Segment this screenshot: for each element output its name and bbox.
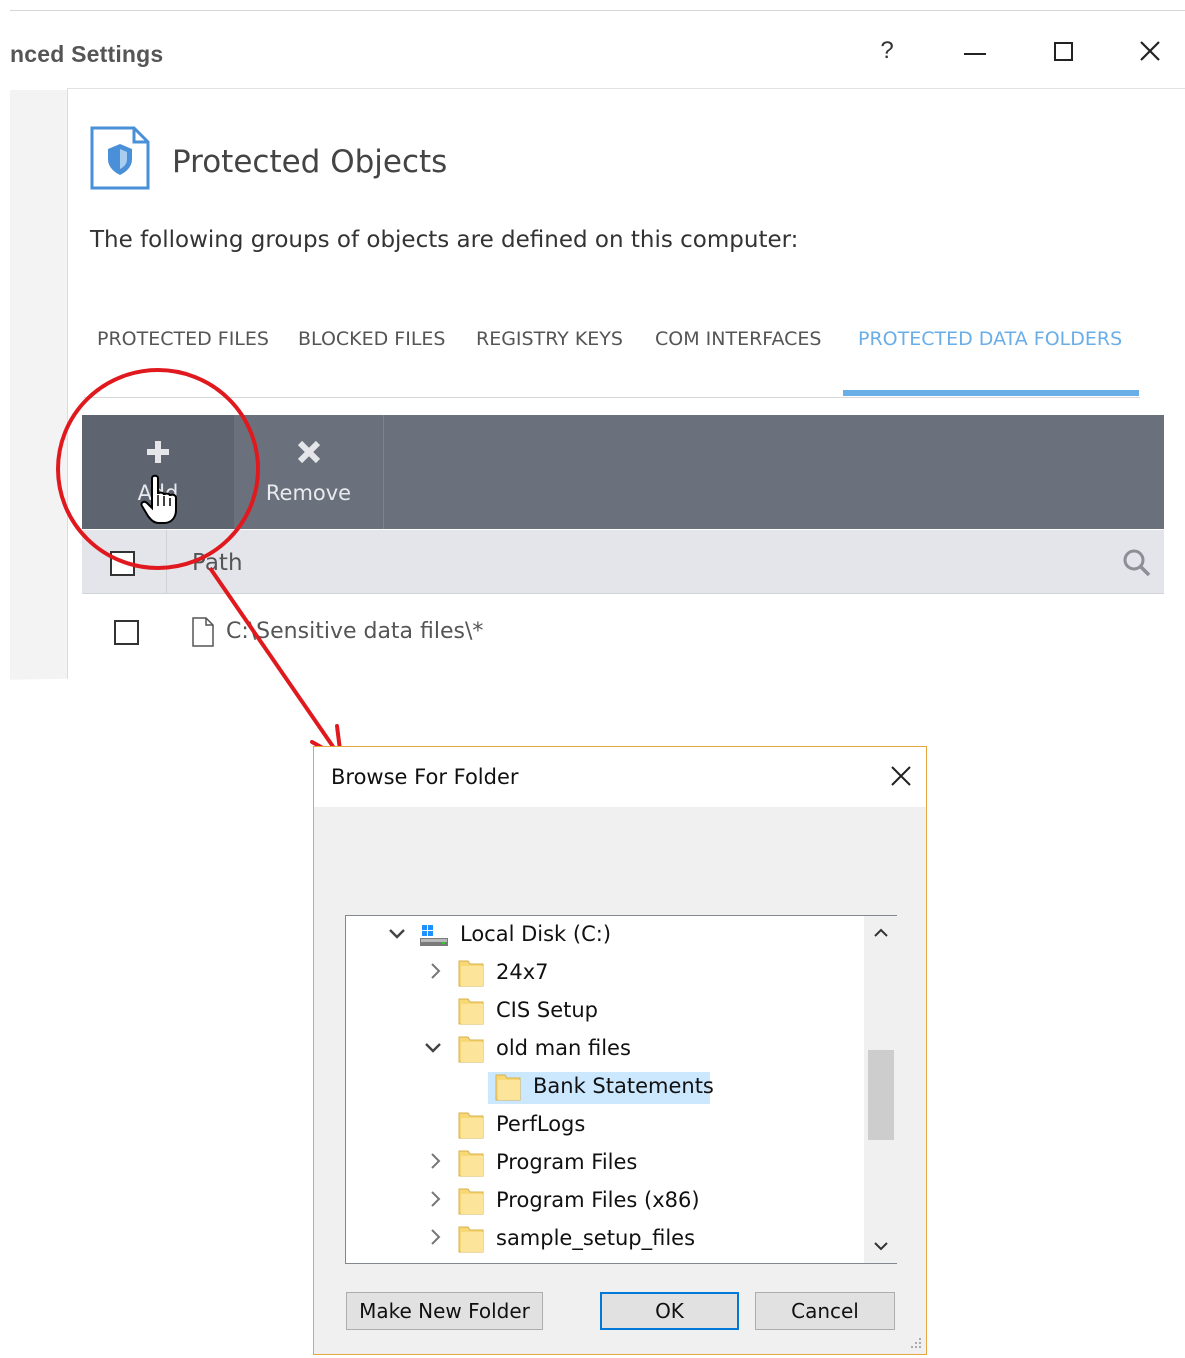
tree-item-bank-statements[interactable]: Bank Statements [346, 1068, 864, 1106]
window-surface: nced Settings ? Protected Objects The fo… [0, 0, 1185, 680]
folder-icon [458, 1036, 484, 1063]
section-description: The following groups of objects are defi… [90, 227, 799, 253]
help-button[interactable]: ? [867, 31, 907, 71]
chevron-up-icon [873, 928, 888, 937]
tab-protected-files[interactable]: PROTECTED FILES [97, 328, 269, 350]
tab-blocked-files[interactable]: BLOCKED FILES [298, 328, 445, 350]
select-all-checkbox[interactable] [110, 551, 135, 576]
folder-icon [458, 998, 484, 1025]
tree-item-program-files[interactable]: Program Files [346, 1144, 864, 1182]
cancel-button[interactable]: Cancel [755, 1292, 895, 1330]
tree-item-cis-setup[interactable]: CIS Setup [346, 992, 864, 1030]
tree-item-label: Local Disk (C:) [460, 922, 612, 946]
chevron-right-icon[interactable] [424, 1226, 446, 1248]
maximize-button[interactable] [1043, 31, 1083, 71]
hand-cursor-icon [140, 474, 177, 524]
window-title: nced Settings [10, 41, 164, 67]
minimize-button[interactable] [955, 31, 995, 71]
chevron-down-icon[interactable] [422, 1036, 444, 1058]
chevron-right-icon[interactable] [424, 960, 446, 982]
folder-icon [458, 1150, 484, 1177]
tree-item-local-disk[interactable]: Local Disk (C:) [346, 916, 864, 954]
close-button[interactable] [1130, 31, 1170, 71]
chevron-right-icon[interactable] [424, 1188, 446, 1210]
folder-icon [458, 1226, 484, 1253]
tree-item-label: Program Files [496, 1150, 638, 1174]
settings-sidebar-edge [10, 90, 67, 680]
folder-icon [458, 1188, 484, 1215]
tree-item-label: 24x7 [496, 960, 549, 984]
title-bar: nced Settings ? [10, 10, 1185, 90]
minimize-icon [964, 53, 986, 55]
search-icon[interactable] [1122, 548, 1152, 578]
path-column-header[interactable]: Path [192, 550, 243, 576]
close-icon [891, 766, 911, 786]
folder-icon [495, 1074, 521, 1101]
scroll-down-button[interactable] [864, 1229, 897, 1263]
header-divider [166, 530, 167, 594]
grid-header: Path [82, 530, 1164, 594]
tab-protected-data-folders[interactable]: PROTECTED DATA FOLDERS [858, 328, 1122, 350]
object-tabs: PROTECTED FILES BLOCKED FILES REGISTRY K… [84, 318, 1140, 398]
tab-com-interfaces[interactable]: COM INTERFACES [655, 328, 821, 350]
tree-item-label: CIS Setup [496, 998, 598, 1022]
tree-scrollbar[interactable] [864, 916, 897, 1263]
tree-item-24x7[interactable]: 24x7 [346, 954, 864, 992]
remove-label: Remove [265, 481, 352, 505]
tree-item-old-man-files[interactable]: old man files [346, 1030, 864, 1068]
tree-item-program-files-x86[interactable]: Program Files (x86) [346, 1182, 864, 1220]
plus-icon [145, 439, 171, 473]
tree-item-label: Program Files (x86) [496, 1188, 700, 1212]
scroll-up-button[interactable] [864, 916, 897, 950]
folder-tree[interactable]: Local Disk (C:) 24x7 CIS Setup old man f… [345, 915, 897, 1264]
tree-item-label: Bank Statements [533, 1074, 714, 1098]
tree-item-label: old man files [496, 1036, 631, 1060]
tree-item-sample-setup-files[interactable]: sample_setup_files [346, 1220, 864, 1258]
toolbar: Add Remove [82, 415, 1164, 529]
tree-items: Local Disk (C:) 24x7 CIS Setup old man f… [346, 916, 864, 1263]
section-title: Protected Objects [172, 144, 448, 180]
chevron-down-icon [873, 1242, 888, 1251]
shield-document-icon [90, 126, 150, 190]
resize-grip-icon[interactable] [906, 1335, 924, 1353]
close-icon [1140, 41, 1160, 61]
tab-registry-keys[interactable]: REGISTRY KEYS [476, 328, 623, 350]
active-tab-indicator [843, 390, 1139, 396]
ok-button[interactable]: OK [600, 1292, 739, 1330]
tree-item-label: PerfLogs [496, 1112, 586, 1136]
chevron-down-icon[interactable] [386, 922, 408, 944]
file-icon [192, 617, 214, 647]
row-path: C:\Sensitive data files\* [226, 619, 484, 644]
folder-icon [458, 960, 484, 987]
folder-icon [458, 1112, 484, 1139]
dialog-title: Browse For Folder [331, 765, 519, 789]
tree-item-label: sample_setup_files [496, 1226, 696, 1250]
maximize-icon [1053, 41, 1073, 61]
dialog-close-button[interactable] [884, 759, 918, 793]
row-checkbox[interactable] [114, 620, 139, 645]
chevron-right-icon[interactable] [424, 1150, 446, 1172]
remove-button[interactable]: Remove [234, 415, 384, 529]
scroll-thumb[interactable] [868, 1050, 894, 1140]
x-icon [296, 439, 322, 473]
table-row[interactable]: C:\Sensitive data files\* [82, 595, 1164, 675]
tree-item-perflogs[interactable]: PerfLogs [346, 1106, 864, 1144]
drive-icon [420, 925, 448, 946]
dialog-title-bar: Browse For Folder [314, 747, 926, 807]
browse-for-folder-dialog: Browse For Folder Local Disk (C:) 24x7 C… [313, 746, 927, 1355]
advanced-settings-window: nced Settings ? Protected Objects The fo… [0, 0, 1185, 680]
make-new-folder-button[interactable]: Make New Folder [346, 1292, 543, 1330]
